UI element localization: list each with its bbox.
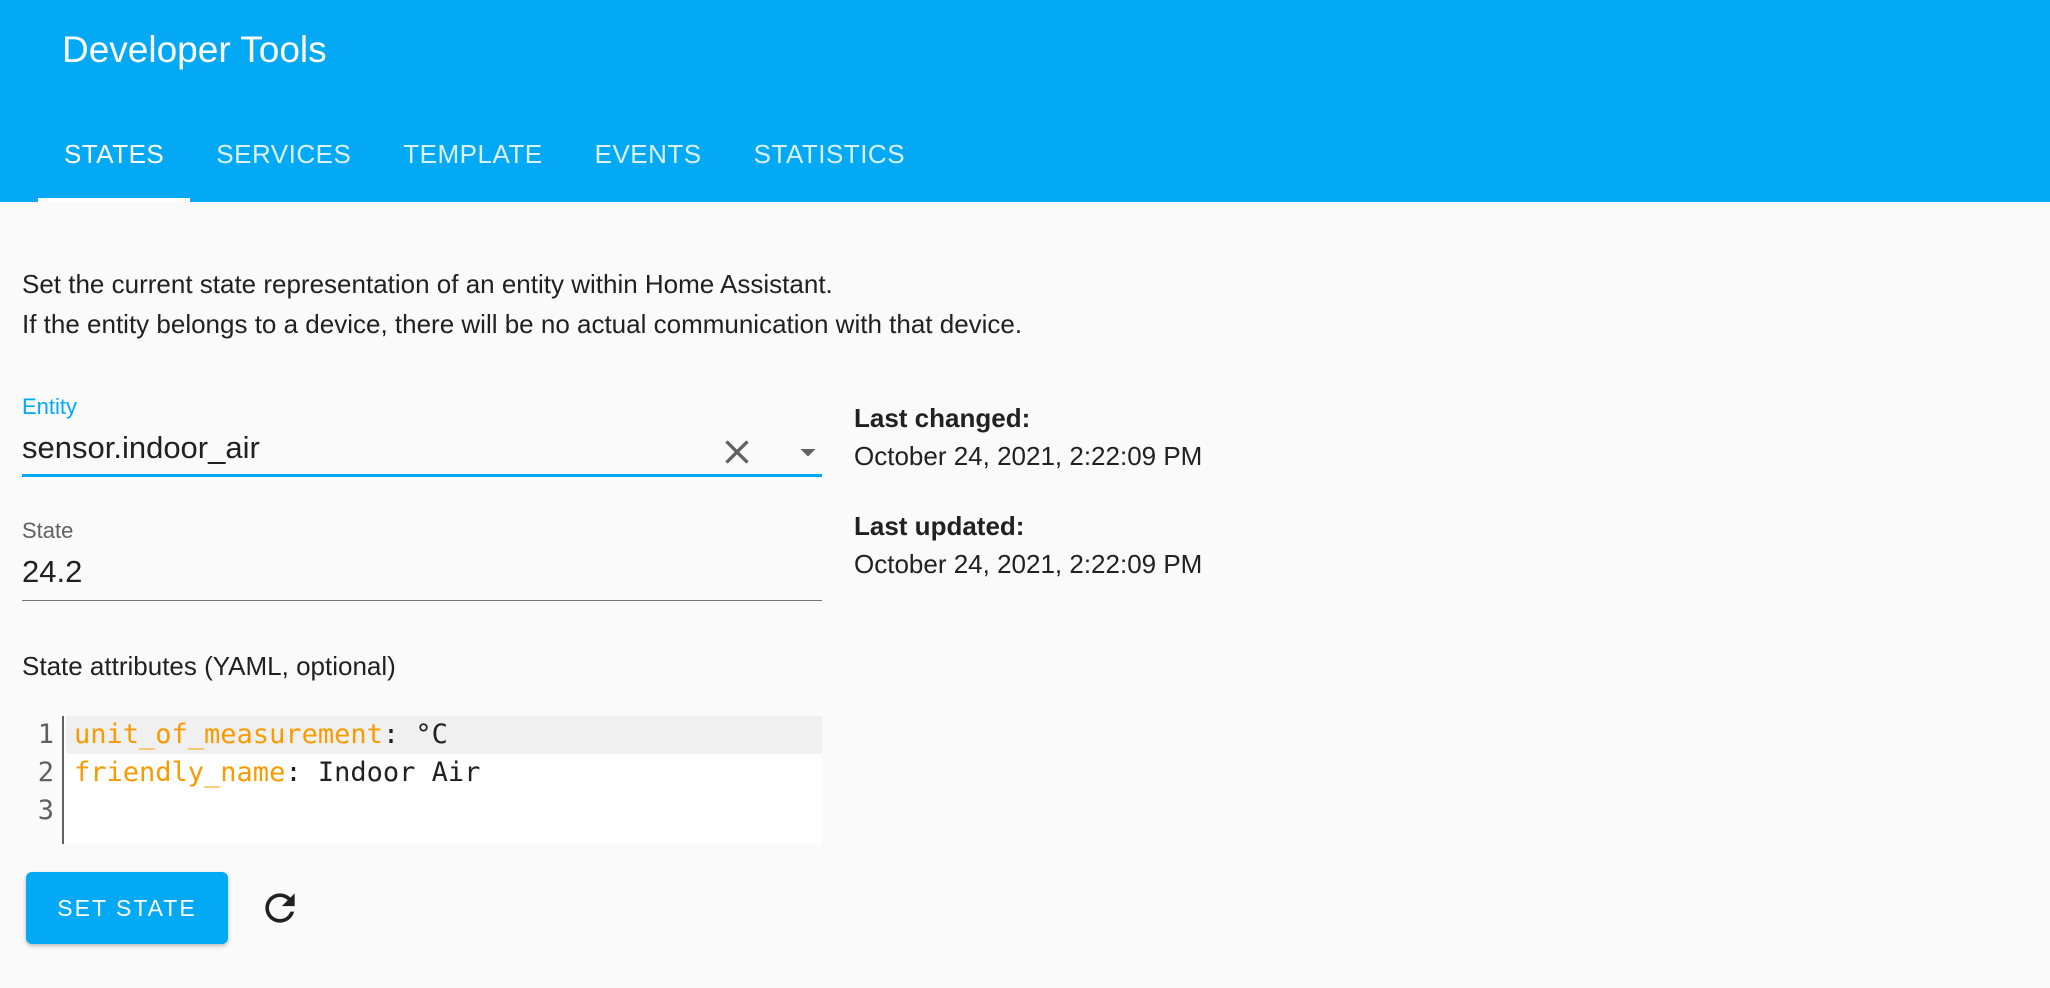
last-changed-label: Last changed: bbox=[854, 403, 1031, 433]
state-input[interactable]: 24.2 bbox=[22, 552, 82, 592]
entity-picker[interactable]: Entity sensor.indoor_air bbox=[22, 394, 822, 478]
line-number: 1 bbox=[37, 719, 54, 750]
yaml-key: friendly_name bbox=[74, 757, 286, 788]
yaml-value: Indoor Air bbox=[317, 757, 481, 788]
yaml-separator: : bbox=[285, 757, 318, 788]
last-changed: Last changed: October 24, 2021, 2:22:09 … bbox=[854, 400, 1354, 476]
last-updated-value: October 24, 2021, 2:22:09 PM bbox=[854, 549, 1203, 579]
line-number: 2 bbox=[37, 757, 54, 788]
tab-label: TEMPLATE bbox=[403, 139, 543, 169]
last-changed-value: October 24, 2021, 2:22:09 PM bbox=[854, 441, 1203, 471]
tab-events[interactable]: EVENTS bbox=[569, 124, 728, 202]
entity-input[interactable]: sensor.indoor_air bbox=[22, 428, 260, 468]
page-title: Developer Tools bbox=[62, 29, 327, 70]
refresh-icon[interactable] bbox=[258, 886, 302, 930]
yaml-value: °C bbox=[415, 719, 448, 750]
tab-label: STATISTICS bbox=[753, 139, 906, 169]
tab-bar: STATES SERVICES TEMPLATE EVENTS STATISTI… bbox=[38, 124, 931, 202]
set-state-button[interactable]: SET STATE bbox=[26, 872, 228, 944]
state-label: State bbox=[22, 518, 74, 543]
tab-label: STATES bbox=[64, 139, 165, 169]
state-field[interactable]: State 24.2 bbox=[22, 518, 822, 604]
last-updated: Last updated: October 24, 2021, 2:22:09 … bbox=[854, 508, 1354, 584]
tab-services[interactable]: SERVICES bbox=[190, 124, 377, 202]
close-icon[interactable] bbox=[717, 432, 757, 472]
line-gutter: 1 2 3 bbox=[22, 716, 64, 844]
yaml-separator: : bbox=[382, 719, 416, 750]
tab-statistics[interactable]: STATISTICS bbox=[728, 124, 931, 202]
menu-down-icon[interactable] bbox=[790, 434, 826, 470]
last-updated-label: Last updated: bbox=[854, 511, 1025, 541]
code-line[interactable] bbox=[66, 792, 822, 830]
line-number: 3 bbox=[37, 795, 54, 826]
description-line-2: If the entity belongs to a device, there… bbox=[22, 309, 1023, 339]
state-underline bbox=[22, 600, 822, 601]
entity-label: Entity bbox=[22, 394, 78, 419]
description-line-1: Set the current state representation of … bbox=[22, 269, 833, 299]
yaml-editor[interactable]: 1 2 3 unit_of_measurement: °C friendly_n… bbox=[22, 716, 822, 844]
tab-label: EVENTS bbox=[594, 139, 702, 169]
attributes-label: State attributes (YAML, optional) bbox=[22, 651, 396, 681]
tab-label: SERVICES bbox=[216, 139, 352, 169]
entity-underline bbox=[22, 474, 822, 477]
description: Set the current state representation of … bbox=[22, 264, 1022, 344]
tab-states[interactable]: STATES bbox=[38, 124, 191, 202]
app-header: Developer Tools STATES SERVICES TEMPLATE… bbox=[0, 0, 2050, 202]
code-line[interactable]: friendly_name: Indoor Air bbox=[66, 754, 822, 792]
yaml-key: unit_of_measurement bbox=[74, 719, 383, 750]
tab-template[interactable]: TEMPLATE bbox=[377, 124, 568, 202]
code-line[interactable]: unit_of_measurement: °C bbox=[66, 716, 822, 754]
